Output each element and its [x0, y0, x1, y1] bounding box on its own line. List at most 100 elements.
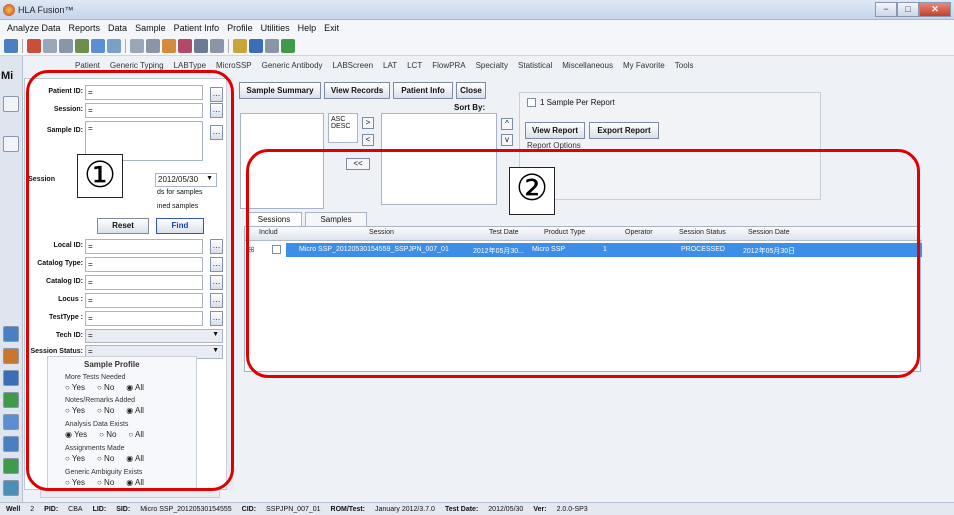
- one-per-report-label: 1 Sample Per Report: [540, 98, 615, 107]
- tab-labtype[interactable]: LABType: [169, 61, 211, 70]
- database-icon[interactable]: [249, 38, 263, 53]
- tab-patient[interactable]: Patient: [70, 61, 105, 70]
- status-rom: January 2012/3.7.0: [375, 505, 435, 513]
- tab-tools[interactable]: Tools: [670, 61, 699, 70]
- export-icon[interactable]: [210, 38, 224, 53]
- remove-sort-button[interactable]: <: [362, 134, 374, 146]
- annotation-label-1: ①: [77, 154, 123, 198]
- window-title: HLA Fusion™: [18, 5, 74, 15]
- app-logo-icon: [3, 4, 15, 16]
- print-icon[interactable]: [43, 38, 57, 53]
- move-up-button[interactable]: ^: [501, 118, 513, 130]
- home-icon[interactable]: [4, 38, 18, 53]
- report-icon[interactable]: [3, 370, 19, 386]
- annotation-label-2: ②: [509, 167, 555, 215]
- sample-summary-button[interactable]: Sample Summary: [239, 82, 321, 99]
- chart-icon[interactable]: [3, 436, 19, 452]
- tools-icon[interactable]: [162, 38, 176, 53]
- patient-info-button[interactable]: Patient Info: [393, 82, 453, 99]
- tab-generic-typing[interactable]: Generic Typing: [105, 61, 169, 70]
- menu-patient-info[interactable]: Patient Info: [170, 20, 224, 36]
- table-icon[interactable]: [130, 38, 144, 53]
- tab-statistical[interactable]: Statistical: [513, 61, 557, 70]
- status-sid: Micro SSP_20120530154555: [140, 505, 232, 513]
- menu-sample[interactable]: Sample: [131, 20, 170, 36]
- module-sidebar: Mi: [0, 56, 23, 515]
- search-icon[interactable]: [91, 38, 105, 53]
- status-rom-label: ROM/Test:: [330, 505, 366, 513]
- menu-analyze-data[interactable]: Analyze Data: [3, 20, 65, 36]
- menu-utilities[interactable]: Utilities: [257, 20, 294, 36]
- tree-icon[interactable]: [281, 38, 295, 53]
- status-pid-label: PID:: [44, 505, 59, 513]
- status-cid: SSPJPN_007_01: [266, 505, 321, 513]
- add-sort-button[interactable]: >: [362, 117, 374, 129]
- status-well-label: Well: [6, 505, 21, 513]
- tab-labscreen[interactable]: LABScreen: [328, 61, 378, 70]
- sidebar-tab-icon[interactable]: [3, 136, 19, 152]
- annotation-outline-2: [246, 149, 920, 378]
- status-pid: CBA: [68, 505, 83, 513]
- sort-order-list[interactable]: ASC DESC: [328, 113, 358, 143]
- menu-help[interactable]: Help: [294, 20, 321, 36]
- status-cid-label: CID:: [241, 505, 257, 513]
- menu-profile[interactable]: Profile: [223, 20, 257, 36]
- maximize-button[interactable]: □: [897, 2, 919, 17]
- tab-miscellaneous[interactable]: Miscellaneous: [557, 61, 618, 70]
- status-test-date-label: Test Date:: [444, 505, 479, 513]
- move-down-button[interactable]: v: [501, 134, 513, 146]
- home-icon[interactable]: [3, 326, 19, 342]
- compare-icon[interactable]: [107, 38, 121, 53]
- report-icon[interactable]: [75, 38, 89, 53]
- menu-data[interactable]: Data: [104, 20, 131, 36]
- menu-bar: Analyze Data Reports Data Sample Patient…: [0, 20, 954, 36]
- status-version: 2.0.0-SP3: [556, 505, 588, 513]
- chart-icon[interactable]: [59, 38, 73, 53]
- tab-flowpra[interactable]: FlowPRA: [427, 61, 470, 70]
- status-version-label: Ver:: [533, 505, 547, 513]
- sample-icon[interactable]: [3, 348, 19, 364]
- tab-generic-antibody[interactable]: Generic Antibody: [257, 61, 328, 70]
- sort-desc-option[interactable]: DESC: [331, 123, 355, 130]
- window-controls: − □ ✕: [875, 2, 951, 17]
- status-sid-label: SID:: [116, 505, 131, 513]
- sort-asc-option[interactable]: ASC: [331, 116, 355, 123]
- tree-icon[interactable]: [3, 458, 19, 474]
- filter-panel-hscrollbar[interactable]: [40, 490, 220, 498]
- tab-specialty[interactable]: Specialty: [471, 61, 513, 70]
- tab-my-favorite[interactable]: My Favorite: [618, 61, 670, 70]
- tab-lat[interactable]: LAT: [378, 61, 402, 70]
- menu-exit[interactable]: Exit: [320, 20, 343, 36]
- toolbar-divider: [22, 38, 23, 53]
- sidebar-tab-icon[interactable]: [3, 96, 19, 112]
- export-report-button[interactable]: Export Report: [589, 122, 659, 139]
- close-button[interactable]: Close: [456, 82, 486, 99]
- data-icon[interactable]: [3, 392, 19, 408]
- toolbar-divider: [125, 38, 126, 53]
- annotation-outline-1: [26, 70, 234, 491]
- patient-icon[interactable]: [27, 38, 41, 53]
- grid-icon[interactable]: [178, 38, 192, 53]
- menu-reports[interactable]: Reports: [65, 20, 105, 36]
- close-window-button[interactable]: ✕: [919, 2, 951, 17]
- list-icon[interactable]: [3, 414, 19, 430]
- tab-lct[interactable]: LCT: [402, 61, 427, 70]
- bar-chart-icon[interactable]: [146, 38, 160, 53]
- sidebar-title: Mi: [1, 70, 14, 82]
- settings-icon[interactable]: [233, 38, 247, 53]
- status-test-date: 2012/05/30: [488, 505, 524, 513]
- status-lid-label: LID:: [92, 505, 107, 513]
- window-icon[interactable]: [265, 38, 279, 53]
- view-records-button[interactable]: View Records: [324, 82, 390, 99]
- minimize-button[interactable]: −: [875, 2, 897, 17]
- status-well: 2: [30, 505, 35, 513]
- title-bar: HLA Fusion™ − □ ✕: [0, 0, 954, 20]
- toolbar: [0, 36, 954, 56]
- sort-by-label: Sort By:: [454, 103, 486, 112]
- tab-microssp[interactable]: MicroSSP: [211, 61, 257, 70]
- view-report-button[interactable]: View Report: [525, 122, 585, 139]
- toolbar-divider: [228, 38, 229, 53]
- one-per-report-checkbox[interactable]: [527, 98, 536, 107]
- list-icon[interactable]: [194, 38, 208, 53]
- settings-icon[interactable]: [3, 480, 19, 496]
